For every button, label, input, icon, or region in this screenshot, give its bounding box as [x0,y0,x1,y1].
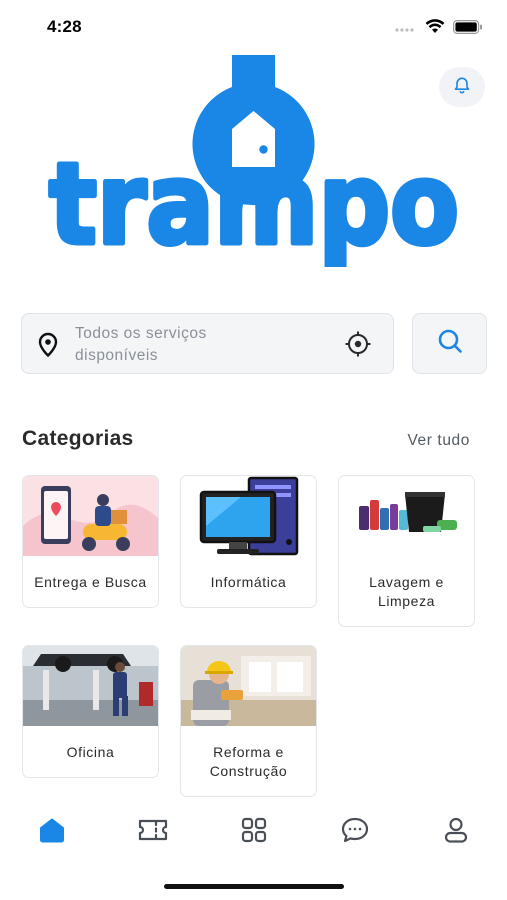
trampo-logo: trampo [40,52,468,273]
nav-profile[interactable] [439,817,473,847]
logo-wordmark: trampo [49,140,459,267]
nav-tickets[interactable] [136,817,170,847]
location-pin-icon [36,332,60,363]
garage-image [23,646,158,726]
category-label: Oficina [66,744,115,760]
wifi-icon [425,19,445,39]
nav-categories[interactable] [237,817,271,847]
category-card-delivery[interactable]: Entrega e Busca [22,475,159,608]
bottom-navigation [0,805,507,857]
grid-icon [240,816,268,849]
ticket-icon [137,818,169,847]
battery-icon [453,19,483,39]
delivery-image [23,476,158,556]
home-indicator [164,884,344,889]
category-card-garage[interactable]: Oficina [22,645,159,778]
construction-image [181,646,316,726]
search-button[interactable] [412,313,487,374]
categories-title: Categorias [22,427,134,450]
nav-home[interactable] [35,817,69,847]
category-label: Reforma e Construção [209,744,288,779]
category-card-it[interactable]: Informática [180,475,317,608]
category-card-cleaning[interactable]: Lavagem e Limpeza [338,475,475,627]
category-card-construction[interactable]: Reforma e Construção [180,645,317,797]
search-icon [436,327,464,360]
search-placeholder: Todos os serviços disponíveis [75,325,207,364]
status-time: 4:28 [47,17,82,36]
nav-messages[interactable] [338,817,372,847]
category-label: Entrega e Busca [34,574,147,590]
signal-icon [395,20,417,38]
locate-me-icon[interactable] [344,330,372,363]
chat-icon [340,816,370,849]
computer-image [181,476,316,556]
search-input[interactable]: Todos os serviços disponíveis [21,313,394,374]
see-all-link[interactable]: Ver tudo [407,432,470,450]
cleaning-products-image [339,476,474,556]
category-label: Informática [210,574,287,590]
status-bar: 4:28 [0,0,507,52]
home-icon [38,817,66,848]
user-icon [443,816,469,849]
status-indicators [395,19,483,39]
category-label: Lavagem e Limpeza [369,574,444,609]
